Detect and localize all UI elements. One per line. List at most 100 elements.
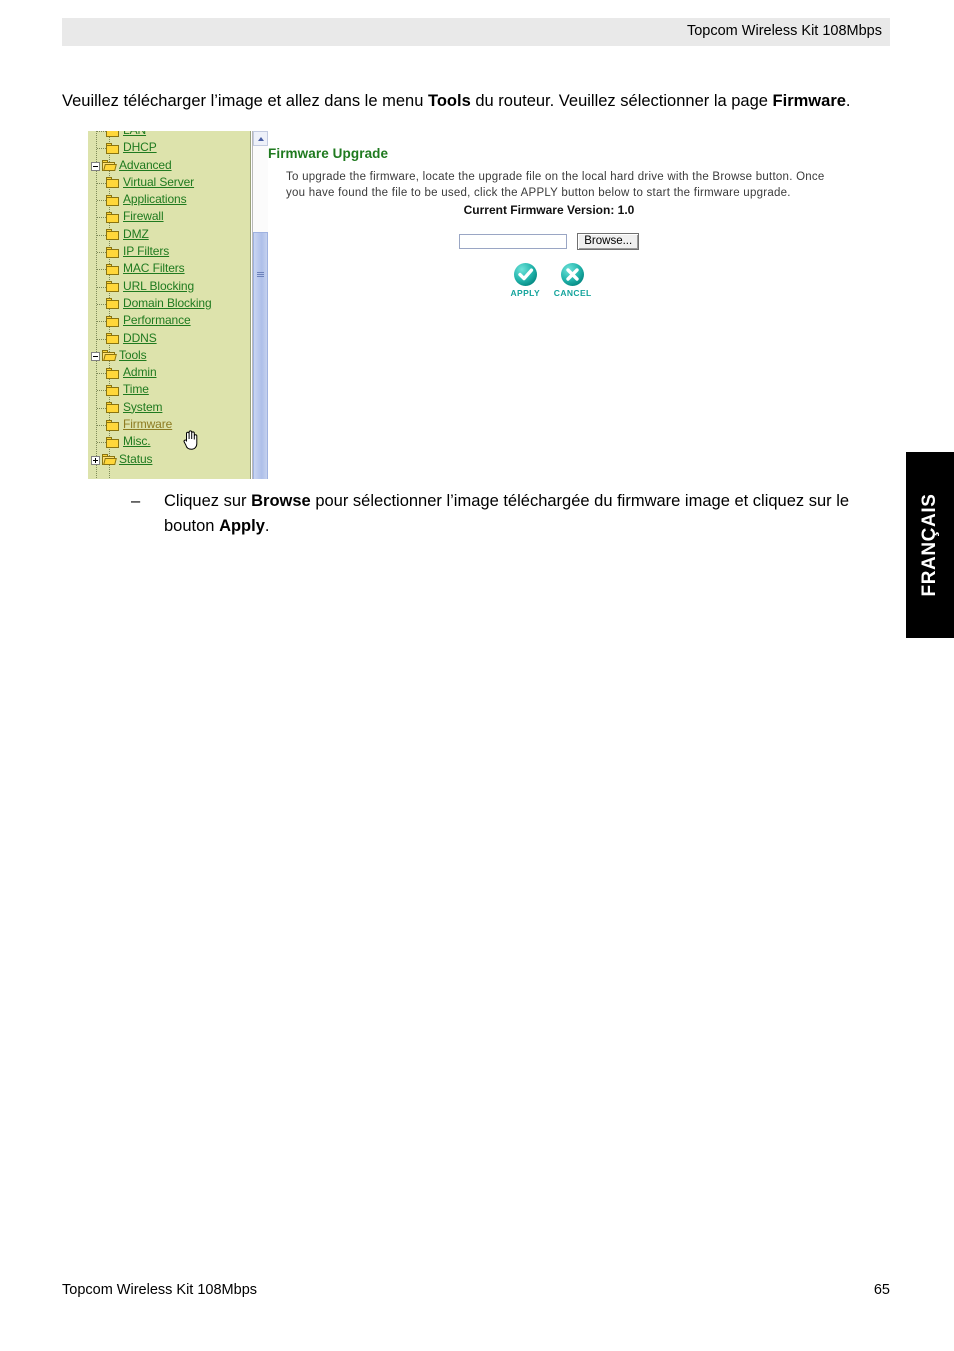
apply-button[interactable]: APPLY	[505, 263, 545, 298]
tree-item-label[interactable]: Status	[119, 451, 153, 468]
scrollbar-thumb[interactable]	[253, 232, 268, 479]
intro-bold-tools: Tools	[427, 91, 471, 110]
collapse-icon[interactable]	[91, 351, 100, 361]
tree-connector	[97, 148, 106, 150]
navigation-scrollbar[interactable]	[252, 131, 268, 479]
panel-description: To upgrade the firmware, locate the upgr…	[286, 171, 825, 199]
folder-open-icon	[102, 454, 115, 466]
tree-connector	[97, 442, 106, 444]
intro-text-1: Veuillez télécharger l’image et allez da…	[62, 91, 428, 110]
folder-icon	[106, 402, 119, 414]
tree-item-label[interactable]: DDNS	[123, 330, 157, 347]
scroll-up-arrow-icon[interactable]	[253, 131, 268, 146]
tree-item-label[interactable]: DHCP	[123, 139, 157, 156]
folder-icon	[106, 131, 119, 137]
check-icon	[513, 263, 537, 286]
tree-connector	[97, 234, 106, 236]
tree-item-label[interactable]: Admin	[123, 364, 157, 381]
tree-connector	[97, 131, 106, 132]
tree-item-ddns[interactable]: DDNS	[88, 330, 250, 347]
tree-item-label[interactable]: Domain Blocking	[123, 295, 212, 312]
folder-open-icon	[102, 350, 115, 362]
tree-item-firmware[interactable]: Firmware	[88, 416, 250, 433]
tree-item-applications[interactable]: Applications	[88, 191, 250, 208]
navigation-tree: LANDHCPAdvancedVirtual ServerApplication…	[88, 131, 250, 468]
tree-connector	[97, 407, 106, 409]
tree-item-misc[interactable]: Misc.	[88, 433, 250, 450]
tree-item-label[interactable]: Firmware	[123, 416, 172, 433]
tree-connector	[97, 217, 106, 219]
page-header-title: Topcom Wireless Kit 108Mbps	[686, 23, 882, 39]
page-header-bar: Topcom Wireless Kit 108Mbps	[62, 18, 890, 46]
cancel-button-label: CANCEL	[553, 288, 592, 298]
folder-icon	[106, 367, 119, 379]
tree-item-mac-filters[interactable]: MAC Filters	[88, 260, 250, 277]
cancel-button[interactable]: CANCEL	[553, 263, 593, 298]
tree-item-label[interactable]: Firewall	[123, 208, 164, 225]
tree-item-dhcp[interactable]: DHCP	[88, 139, 250, 156]
tree-item-admin[interactable]: Admin	[88, 364, 250, 381]
navigation-tree-pane: LANDHCPAdvancedVirtual ServerApplication…	[88, 131, 251, 479]
tree-connector	[97, 269, 106, 271]
intro-paragraph: Veuillez télécharger l’image et allez da…	[62, 89, 888, 114]
folder-icon	[106, 246, 119, 258]
tree-item-label[interactable]: Misc.	[123, 433, 151, 450]
folder-icon	[106, 298, 119, 310]
tree-item-label[interactable]: Virtual Server	[123, 174, 194, 191]
tree-item-advanced[interactable]: Advanced	[88, 157, 250, 174]
language-tab-label: FRANÇAIS	[919, 493, 940, 597]
folder-open-icon	[102, 160, 115, 172]
tree-connector	[97, 373, 106, 375]
tree-connector	[97, 200, 106, 202]
instruction-bullet: – Cliquez sur Browse pour sélectionner l…	[131, 489, 889, 539]
intro-bold-firmware: Firmware	[772, 91, 846, 110]
tree-item-performance[interactable]: Performance	[88, 312, 250, 329]
scrollbar-track[interactable]	[253, 146, 268, 479]
folder-icon	[106, 194, 119, 206]
tree-item-domain-blocking[interactable]: Domain Blocking	[88, 295, 250, 312]
tree-connector	[97, 286, 106, 288]
tree-item-label[interactable]: MAC Filters	[123, 260, 185, 277]
tree-item-label[interactable]: Tools	[119, 347, 147, 364]
tree-connector	[97, 390, 106, 392]
tree-item-time[interactable]: Time	[88, 381, 250, 398]
tree-item-label[interactable]: Time	[123, 381, 149, 398]
tree-item-label[interactable]: IP Filters	[123, 243, 169, 260]
tree-item-url-blocking[interactable]: URL Blocking	[88, 278, 250, 295]
tree-item-label[interactable]: System	[123, 399, 163, 416]
tree-item-label[interactable]: Advanced	[119, 157, 172, 174]
tree-item-label[interactable]: Applications	[123, 191, 187, 208]
tree-item-ip-filters[interactable]: IP Filters	[88, 243, 250, 260]
router-ui-screenshot: LANDHCPAdvancedVirtual ServerApplication…	[88, 131, 830, 479]
expand-icon[interactable]	[91, 455, 100, 465]
tree-connector	[97, 425, 106, 427]
bullet-text-1: Cliquez sur	[164, 492, 252, 510]
tree-item-virtual-server[interactable]: Virtual Server	[88, 174, 250, 191]
folder-icon	[106, 315, 119, 327]
firmware-file-input[interactable]	[458, 234, 567, 250]
tree-item-label[interactable]: LAN	[123, 131, 146, 139]
tree-item-tools[interactable]: Tools	[88, 347, 250, 364]
browse-button[interactable]: Browse...	[577, 233, 640, 251]
tree-item-dmz[interactable]: DMZ	[88, 226, 250, 243]
folder-icon	[106, 263, 119, 275]
current-firmware-version: Current Firmware Version: 1.0	[463, 203, 635, 217]
tree-item-status[interactable]: Status	[88, 451, 250, 468]
tree-item-firewall[interactable]: Firewall	[88, 208, 250, 225]
close-x-icon	[561, 263, 585, 286]
tree-connector	[97, 321, 106, 323]
tree-item-lan[interactable]: LAN	[88, 131, 250, 139]
tree-item-system[interactable]: System	[88, 399, 250, 416]
tree-item-label[interactable]: DMZ	[123, 226, 149, 243]
bullet-dash: –	[131, 492, 141, 510]
intro-text-2: du routeur. Veuillez sélectionner la pag…	[470, 91, 773, 110]
hand-cursor-icon	[183, 430, 198, 450]
scrollbar-grip-icon	[257, 272, 264, 277]
language-tab-francais: FRANÇAIS	[906, 452, 954, 638]
tree-item-label[interactable]: Performance	[123, 312, 191, 329]
folder-icon	[106, 419, 119, 431]
tree-item-label[interactable]: URL Blocking	[123, 278, 194, 295]
collapse-icon[interactable]	[91, 161, 100, 171]
tree-connector	[97, 252, 106, 254]
bullet-bold-browse: Browse	[251, 492, 311, 510]
